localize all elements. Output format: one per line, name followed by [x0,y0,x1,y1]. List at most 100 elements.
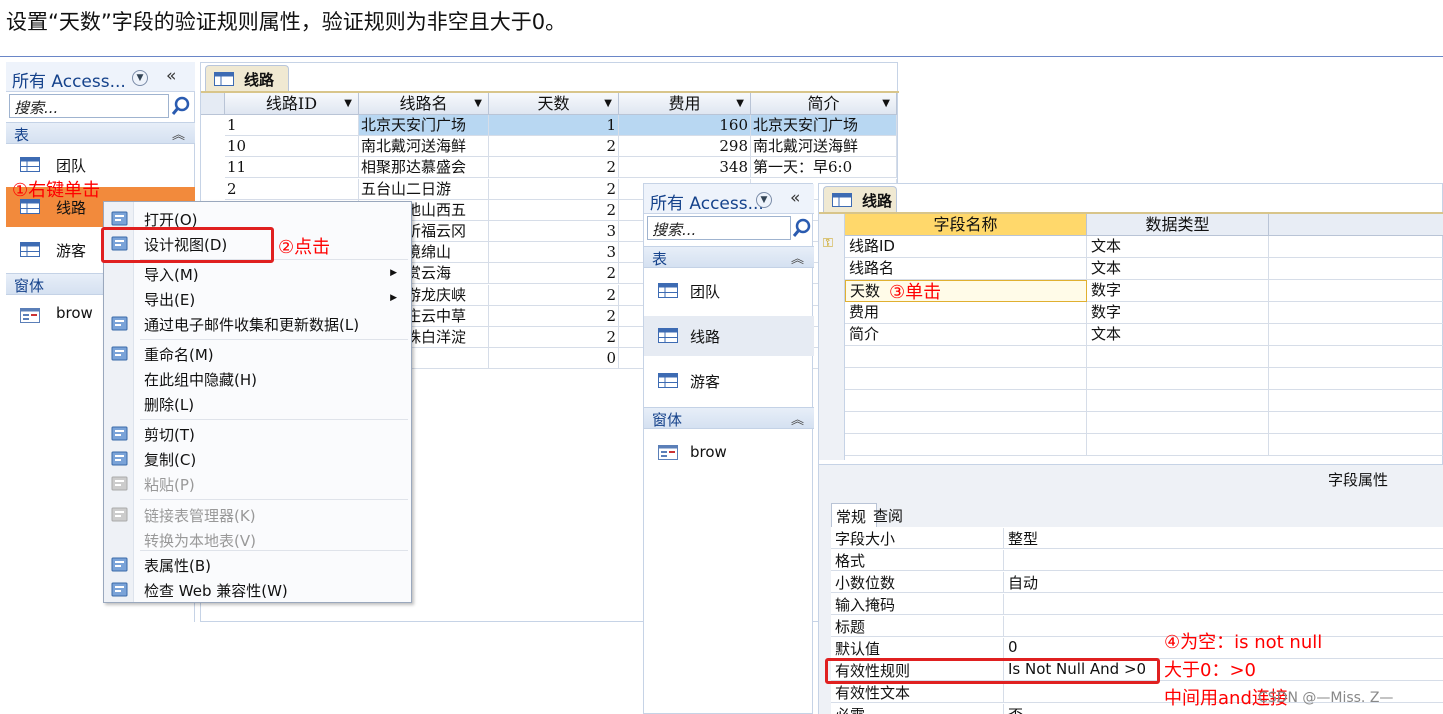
table-cell[interactable]: 1 [225,115,359,136]
menu-item[interactable]: 导入(M) [144,264,199,285]
table-cell[interactable]: 相聚那达慕盛会 [359,157,489,179]
table-cell[interactable]: 160 [619,115,751,136]
column-header-description[interactable] [1269,214,1443,236]
field-type-cell[interactable]: 文本 [1087,258,1269,280]
column-header-data-type[interactable]: 数据类型 [1087,214,1269,236]
field-description-cell[interactable] [1269,324,1443,346]
table-cell[interactable]: 北京天安门广场 [751,115,897,136]
table-cell[interactable]: 2 [489,157,619,179]
collapse-group-icon[interactable]: ︽ [172,124,185,143]
field-description-cell[interactable] [1269,258,1443,280]
menu-item[interactable]: 删除(L) [144,394,194,415]
tab-route-design[interactable]: 线路 [823,186,897,212]
table-cell[interactable]: 11 [225,157,359,179]
field-name-cell[interactable] [845,368,1087,390]
collapse-group-icon[interactable]: ︽ [791,409,804,428]
field-type-cell[interactable]: 文本 [1087,324,1269,346]
column-header[interactable]: 线路ID ▼ [225,93,359,115]
table-cell[interactable]: 2 [489,136,619,158]
table-cell[interactable]: 2 [489,263,619,285]
field-description-cell[interactable] [1269,434,1443,456]
sort-dropdown-icon[interactable]: ▼ [882,93,890,114]
search-icon[interactable] [791,216,813,240]
group-tables[interactable]: 表 ︽ [644,246,814,268]
field-name-cell[interactable] [845,346,1087,368]
tab-lookup[interactable]: 查阅 [873,503,909,527]
tab-route[interactable]: 线路 [205,65,289,91]
property-value[interactable] [1003,594,1443,615]
menu-item[interactable]: 检查 Web 兼容性(W) [144,580,288,601]
search-input[interactable]: 搜索... [9,94,169,118]
property-value[interactable]: 自动 [1003,572,1443,593]
field-name-cell[interactable] [845,390,1087,412]
table-cell[interactable]: 2 [489,284,619,306]
field-type-cell[interactable]: 数字 [1087,302,1269,324]
collapse-group-icon[interactable]: ︽ [791,248,804,267]
nav-item-route[interactable]: 线路 [644,316,814,356]
property-row[interactable]: 标题 [831,615,1443,637]
table-cell[interactable]: 2 [489,178,619,200]
field-description-cell[interactable] [1269,280,1443,302]
menu-item[interactable]: 链接表管理器(K) [144,505,256,526]
column-header[interactable]: 线路名 ▼ [359,93,489,115]
field-name-cell[interactable]: 费用 [845,302,1087,324]
table-cell[interactable]: 2 [489,199,619,221]
menu-item[interactable]: 粘贴(P) [144,474,195,495]
field-type-cell[interactable] [1087,346,1269,368]
field-type-cell[interactable] [1087,434,1269,456]
property-row[interactable]: 小数位数 自动 [831,571,1443,593]
nav-header-2[interactable]: 所有 Access... ▼ « [644,184,814,214]
collapse-icon[interactable]: « [790,188,800,208]
table-cell[interactable]: 2 [225,178,359,200]
table-cell[interactable]: 南北戴河送海鲜 [751,136,897,158]
property-row[interactable]: 字段大小 整型 [831,527,1443,549]
column-header[interactable]: 天数 ▼ [489,93,619,115]
property-row[interactable]: 输入掩码 [831,593,1443,615]
field-type-cell[interactable] [1087,390,1269,412]
search-input[interactable]: 搜索... [647,216,791,240]
table-cell[interactable]: 五台山二日游 [359,178,489,200]
field-description-cell[interactable] [1269,236,1443,258]
table-cell[interactable]: 10 [225,136,359,158]
select-all-corner[interactable] [201,93,225,115]
table-cell[interactable]: 0 [489,348,619,370]
sort-dropdown-icon[interactable]: ▼ [344,93,352,114]
menu-item[interactable]: 转换为本地表(V) [144,530,256,551]
menu-item[interactable]: 在此组中隐藏(H) [144,369,257,390]
field-name-cell[interactable]: 线路ID [845,236,1087,258]
field-description-cell[interactable] [1269,412,1443,434]
table-cell[interactable]: 3 [489,221,619,242]
property-value[interactable] [1003,550,1443,571]
group-forms[interactable]: 窗体 ︽ [644,407,814,429]
table-cell[interactable]: 1 [489,115,619,136]
sort-dropdown-icon[interactable]: ▼ [736,93,744,114]
menu-item[interactable]: 表属性(B) [144,555,211,576]
chevron-down-icon[interactable]: ▼ [132,70,148,86]
property-row[interactable]: 格式 [831,549,1443,571]
column-header[interactable]: 简介 ▼ [751,93,897,115]
table-cell[interactable]: 第一天：早6:0 [751,157,897,179]
menu-item[interactable]: 剪切(T) [144,424,195,445]
column-header-field-name[interactable]: 字段名称 [845,214,1087,236]
menu-item[interactable]: 重命名(M) [144,344,214,365]
table-cell[interactable]: 2 [489,327,619,348]
field-description-cell[interactable] [1269,368,1443,390]
table-cell[interactable]: 北京天安门广场 [359,115,489,136]
sort-dropdown-icon[interactable]: ▼ [474,93,482,114]
nav-item-brow[interactable]: brow [644,433,814,473]
field-name-cell[interactable]: 线路名 [845,258,1087,280]
field-name-cell[interactable]: 天数 [845,280,1087,302]
nav-item-team[interactable]: 团队 [644,271,814,311]
field-description-cell[interactable] [1269,390,1443,412]
property-value[interactable]: 整型 [1003,528,1443,549]
table-cell[interactable]: 2 [489,305,619,327]
field-type-cell[interactable]: 文本 [1087,236,1269,258]
field-description-cell[interactable] [1269,346,1443,368]
field-description-cell[interactable] [1269,302,1443,324]
chevron-down-icon[interactable]: ▼ [756,192,772,208]
menu-item[interactable]: 导出(E) [144,289,195,310]
table-cell[interactable]: 南北戴河送海鲜 [359,136,489,158]
menu-item[interactable]: 通过电子邮件收集和更新数据(L) [144,314,359,335]
sort-dropdown-icon[interactable]: ▼ [604,93,612,114]
group-tables[interactable]: 表 ︽ [6,122,195,144]
